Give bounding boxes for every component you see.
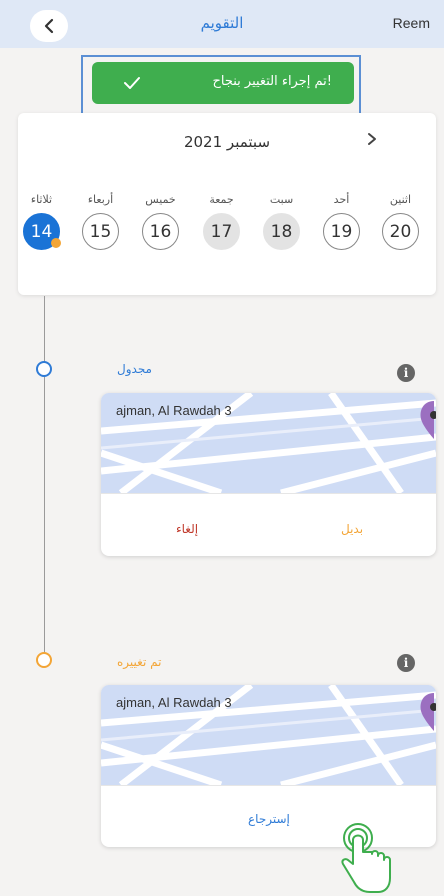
day-name: جمعة (209, 193, 234, 206)
day-wednesday[interactable]: أربعاء 15 (82, 193, 119, 250)
day-friday[interactable]: جمعة 17 (203, 193, 240, 250)
day-number: 18 (263, 213, 300, 250)
calendar-card: سبتمبر 2021 ثلاثاء 14 أربعاء 15 خميس 16 … (18, 113, 436, 295)
cancel-button[interactable]: إلغاء (176, 522, 198, 536)
day-number: 19 (323, 213, 360, 250)
day-saturday[interactable]: سبت 18 (263, 193, 300, 250)
day-number: 15 (82, 213, 119, 250)
status-scheduled: مجدول (117, 362, 152, 376)
event-dot (51, 238, 61, 248)
address-label: ajman, Al Rawdah 3 (116, 695, 232, 710)
success-toast: !تم إجراء التغيير بنجاح (92, 62, 354, 104)
day-name: اثنين (389, 193, 412, 206)
page-title: التقويم (200, 14, 244, 32)
timeline-node-changed (36, 652, 52, 668)
info-icon[interactable]: i (397, 654, 415, 672)
timeline-node-scheduled (36, 361, 52, 377)
status-changed: تم تغييره (117, 655, 162, 669)
chevron-right-icon (368, 133, 376, 145)
next-month-button[interactable] (366, 131, 378, 152)
day-number: 16 (142, 213, 179, 250)
replace-button[interactable]: بديل (341, 522, 363, 536)
toast-message: !تم إجراء التغيير بنجاح (212, 74, 333, 89)
day-thursday[interactable]: خميس 16 (142, 193, 179, 250)
day-number: 17 (203, 213, 240, 250)
timeline-line (44, 296, 45, 660)
top-bar: التقويم Reem (0, 0, 444, 48)
appointment-card: ajman, Al Rawdah 3 إلغاء بديل (101, 393, 436, 556)
day-name: سبت (269, 193, 294, 206)
day-name: أربعاء (87, 193, 114, 206)
day-monday[interactable]: اثنين 20 (382, 193, 419, 250)
card-divider (101, 493, 436, 494)
card-divider (101, 785, 436, 786)
day-number: 20 (382, 213, 419, 250)
user-name: Reem (392, 15, 430, 31)
day-name: ثلاثاء (30, 193, 53, 206)
day-name: أحد (333, 193, 350, 206)
day-sunday[interactable]: أحد 19 (323, 193, 360, 250)
day-tuesday[interactable]: ثلاثاء 14 (23, 193, 61, 250)
day-name: خميس (145, 193, 176, 206)
tap-hand-icon (341, 823, 391, 893)
info-icon[interactable]: i (397, 364, 415, 382)
check-icon (124, 77, 140, 89)
address-label: ajman, Al Rawdah 3 (116, 403, 232, 418)
restore-button[interactable]: إسترجاع (248, 812, 290, 826)
